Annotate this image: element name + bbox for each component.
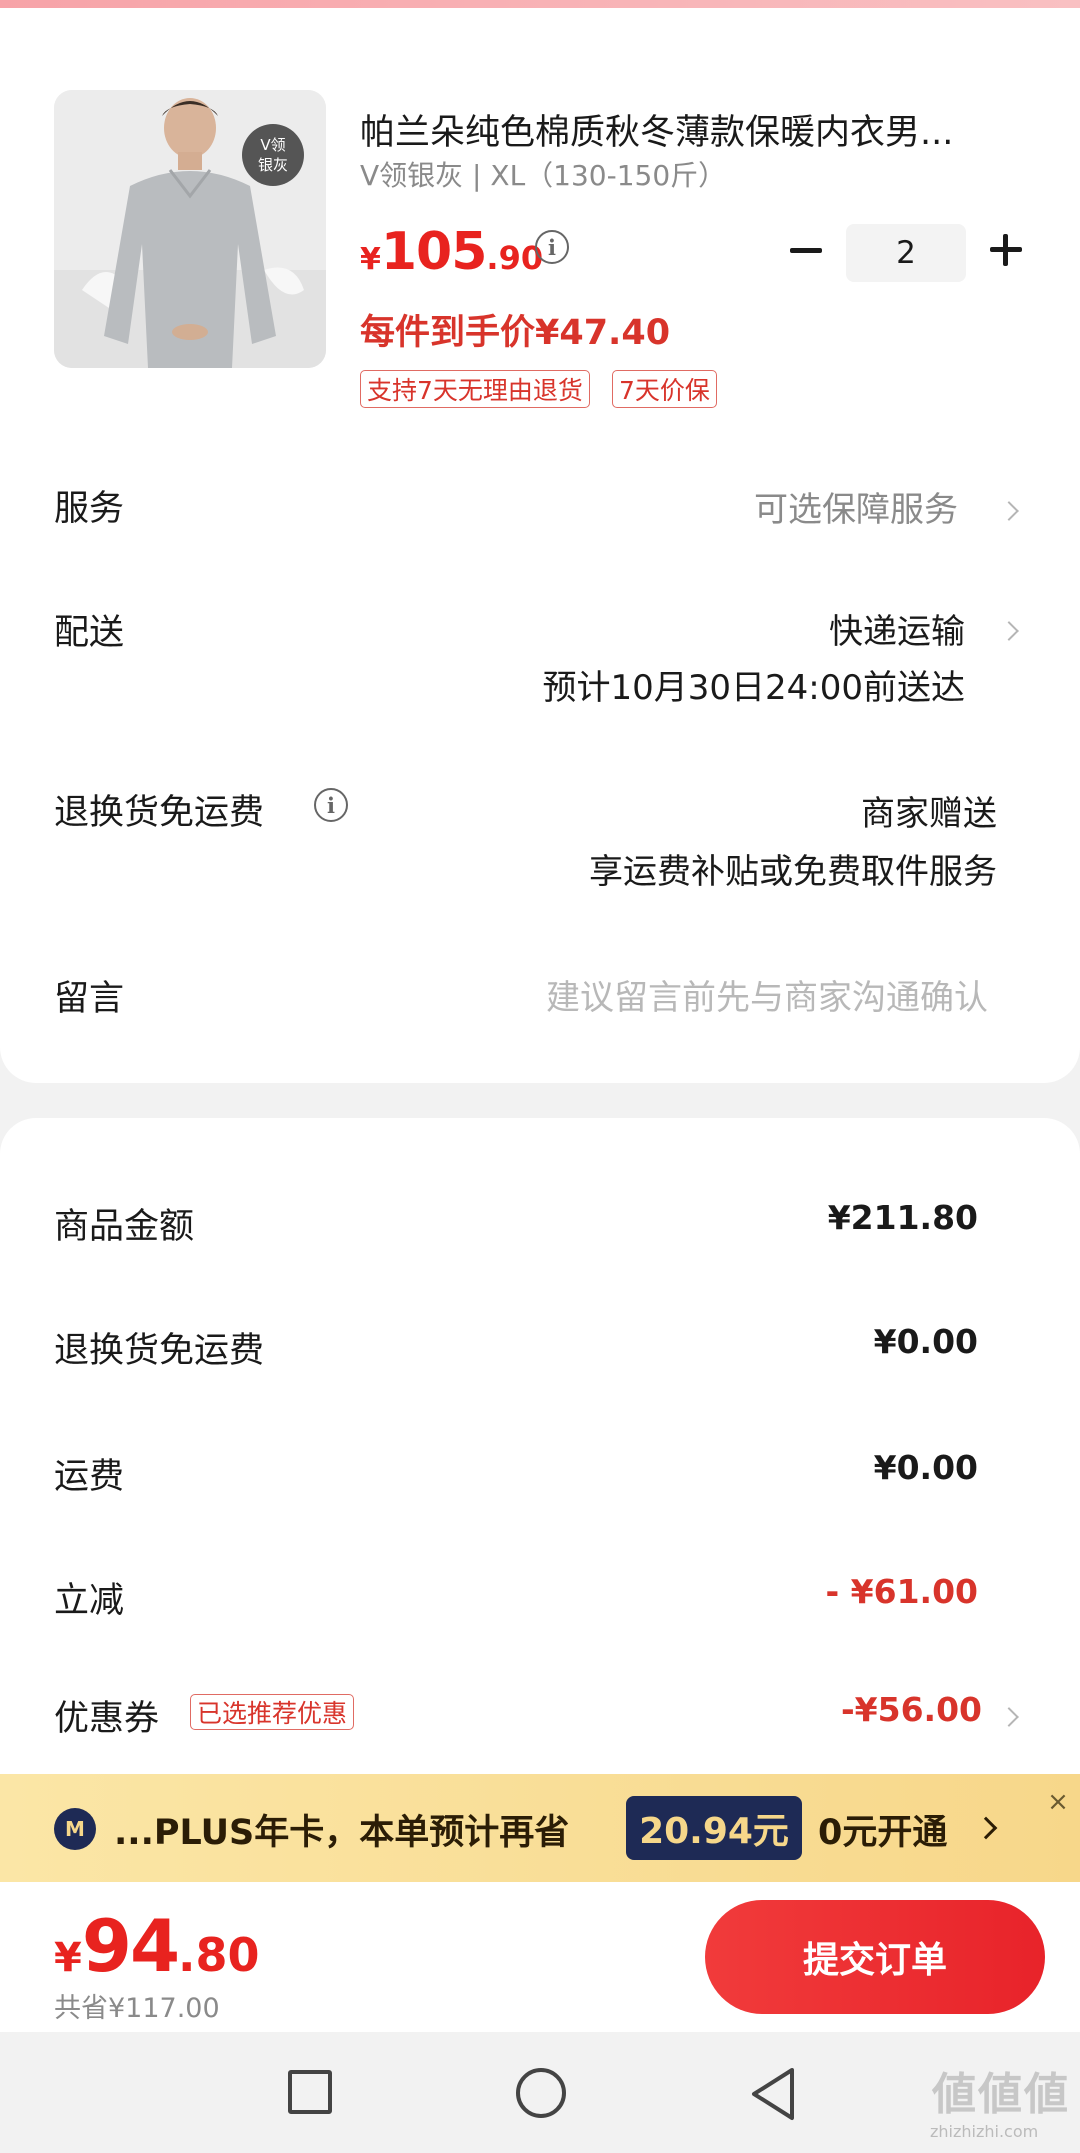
price-info-icon[interactable]: i (535, 230, 569, 264)
product-thumbnail[interactable]: V领 银灰 (54, 90, 326, 368)
total-saved-text: 共省¥117.00 (54, 1993, 220, 2024)
total-decimal: .80 (178, 1928, 260, 1982)
coupon-label: 优惠券 (54, 1699, 160, 1739)
return-shipping-value: 商家赠送 (861, 794, 997, 834)
thumb-badge-line2: 银灰 (257, 156, 288, 174)
quantity-plus-button[interactable] (986, 230, 1026, 270)
home-icon[interactable] (516, 2068, 566, 2118)
return-shipping-label: 退换货免运费 (54, 793, 265, 833)
goods-amount-value: ¥211.80 (827, 1198, 978, 1237)
discount-label: 立减 (54, 1581, 125, 1621)
plus-activate-link[interactable]: 0元开通 (818, 1804, 947, 1855)
recent-apps-icon[interactable] (288, 2070, 332, 2114)
product-spec[interactable]: V领银灰 | XL（130-150斤） (360, 154, 726, 194)
coupon-value[interactable]: -¥56.00 (841, 1690, 982, 1729)
shipping-fee-label: 运费 (54, 1457, 125, 1497)
watermark-url: zhizhizhi.com (930, 2122, 1039, 2141)
coupon-chevron-icon[interactable] (999, 1707, 1019, 1727)
coupon-recommended-tag: 已选推荐优惠 (190, 1694, 355, 1730)
unit-price-text: 每件到手价¥47.40 (360, 313, 671, 353)
plus-membership-banner[interactable]: M ...PLUS年卡，本单预计再省 20.94元 0元开通 × (0, 1774, 1080, 1882)
product-card: V领 银灰 帕兰朵纯色棉质秋冬薄款保暖内衣男... V领银灰 | XL（130-… (0, 8, 1080, 1083)
shipping-fee-value: ¥0.00 (873, 1448, 978, 1487)
discount-value: - ¥61.00 (825, 1572, 978, 1611)
message-input[interactable]: 建议留言前先与商家沟通确认 (546, 970, 988, 1019)
service-chevron-icon[interactable] (999, 501, 1019, 521)
checkout-bar: ¥94.80 共省¥117.00 提交订单 (0, 1882, 1080, 2032)
top-strip (0, 0, 1080, 8)
delivery-method[interactable]: 快递运输 (829, 604, 965, 653)
delivery-eta: 预计10月30日24:00前送达 (542, 668, 965, 708)
plus-chevron-icon[interactable] (974, 1816, 998, 1840)
quantity-minus-button[interactable] (786, 230, 826, 270)
plus-close-icon[interactable]: × (1044, 1787, 1072, 1817)
delivery-label: 配送 (54, 613, 125, 653)
price-integer: 105 (380, 222, 488, 282)
thumb-badge-line1: V领 (260, 136, 286, 154)
goods-amount-label: 商品金额 (54, 1207, 195, 1247)
service-value[interactable]: 可选保障服务 (754, 482, 958, 531)
order-confirm-page: V领 银灰 帕兰朵纯色棉质秋冬薄款保暖内衣男... V领银灰 | XL（130-… (0, 0, 1080, 2153)
plus-banner-text: ...PLUS年卡，本单预计再省 (114, 1813, 570, 1853)
total-symbol: ¥ (54, 1935, 82, 1981)
tag-price-protect: 7天价保 (612, 370, 717, 408)
service-label: 服务 (54, 489, 125, 529)
total-price: ¥94.80 (54, 1904, 260, 1988)
system-nav-bar: 値値値 zhizhizhi.com (0, 2032, 1080, 2153)
product-price: ¥105.90 (360, 222, 543, 282)
thumb-badge: V领 银灰 (242, 124, 304, 186)
return-info-icon[interactable]: i (314, 788, 348, 822)
message-label: 留言 (54, 979, 125, 1019)
back-icon[interactable] (748, 2066, 798, 2122)
total-integer: 94 (81, 1904, 180, 1988)
return-fee-label: 退换货免运费 (54, 1331, 265, 1371)
price-summary-card: 商品金额 ¥211.80 退换货免运费 ¥0.00 运费 ¥0.00 立减 - … (0, 1118, 1080, 1778)
price-symbol: ¥ (360, 242, 381, 277)
plus-logo-icon: M (54, 1808, 96, 1850)
delivery-chevron-icon[interactable] (999, 621, 1019, 641)
plus-save-amount: 20.94元 (626, 1796, 802, 1860)
return-shipping-note: 享运费补贴或免费取件服务 (589, 852, 997, 892)
quantity-input[interactable]: 2 (846, 224, 966, 282)
tag-7day-return: 支持7天无理由退货 (360, 370, 590, 408)
product-title[interactable]: 帕兰朵纯色棉质秋冬薄款保暖内衣男... (360, 104, 1030, 155)
return-fee-value: ¥0.00 (873, 1322, 978, 1361)
watermark-logo: 値値値 (932, 2069, 1070, 2120)
submit-order-button[interactable]: 提交订单 (705, 1900, 1045, 2014)
